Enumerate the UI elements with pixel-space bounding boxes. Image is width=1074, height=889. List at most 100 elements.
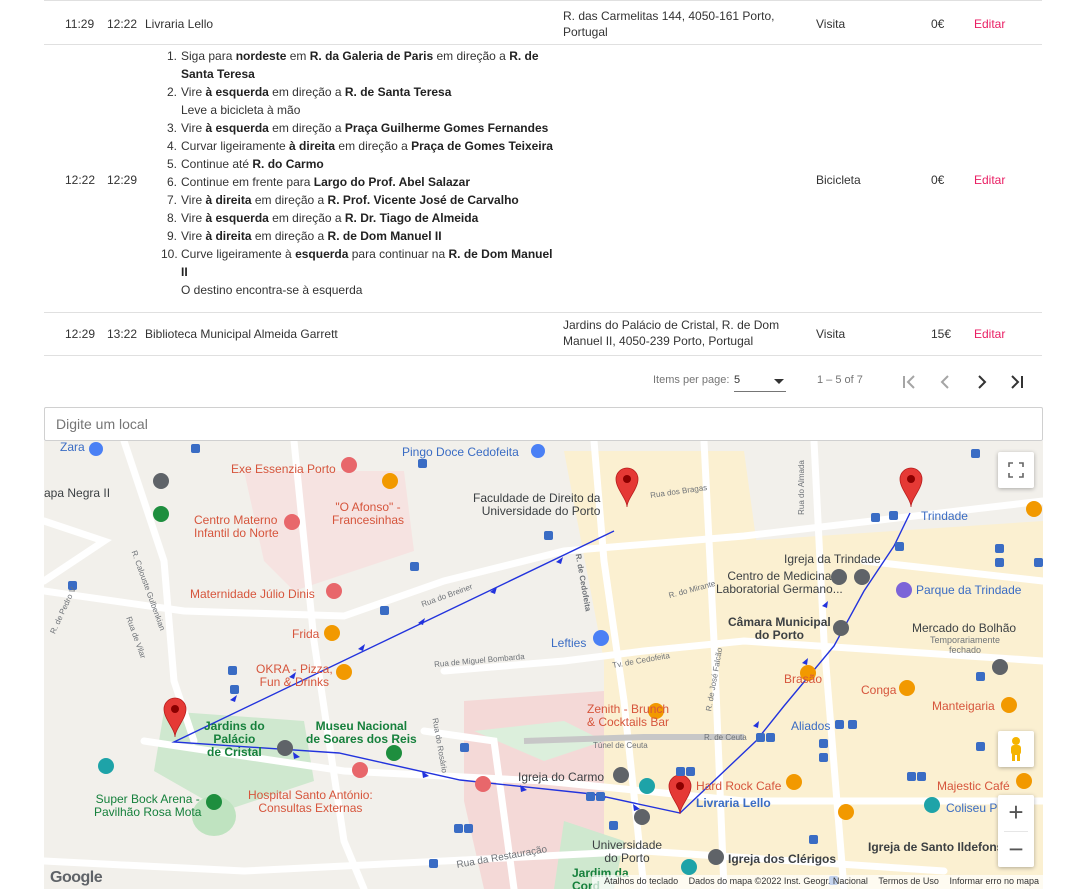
map-label: Igreja dos Clérigos bbox=[728, 852, 837, 866]
street-view-button[interactable] bbox=[998, 731, 1034, 767]
map-label: Hospital Santo António: Consultas Extern… bbox=[248, 788, 373, 815]
map-label: Lefties bbox=[551, 636, 587, 650]
fullscreen-button[interactable] bbox=[998, 452, 1034, 488]
map-label: apa Negra II bbox=[44, 486, 111, 500]
map-label: Universidade do Porto bbox=[592, 838, 663, 865]
step-text: Siga para nordeste em R. da Galeria de P… bbox=[181, 49, 539, 81]
last-page-icon[interactable] bbox=[1004, 369, 1030, 395]
place-search-input[interactable] bbox=[44, 407, 1043, 441]
price: 15€ bbox=[931, 327, 952, 341]
step-text: Vire à esquerda em direção a Praça Guilh… bbox=[181, 121, 549, 135]
chevron-right-icon[interactable] bbox=[969, 369, 995, 395]
direction-step: 9. Vire à direita em direção a R. de Dom … bbox=[161, 227, 561, 245]
step-text: Continue até R. do Carmo bbox=[181, 157, 324, 171]
terms-link[interactable]: Termos de Uso bbox=[878, 876, 939, 886]
map-label: OKRA - Pizza, Fun & Drinks bbox=[256, 662, 333, 689]
place-address: Jardins do Palácio de Cristal, R. de Dom… bbox=[563, 317, 798, 349]
step-number: 10. bbox=[161, 247, 178, 261]
table-row: 12:22 12:29 1. Siga para nordeste em R. d… bbox=[44, 45, 1042, 313]
street-label: R. de Ceuta bbox=[704, 733, 747, 742]
edit-link[interactable]: Editar bbox=[974, 16, 1005, 32]
step-text: Vire à direita em direção a R. Prof. Vic… bbox=[181, 193, 519, 207]
table-row: 11:29 12:22 Livraria Lello R. das Carmel… bbox=[44, 0, 1042, 45]
direction-step: 8. Vire à esquerda em direção a R. Dr. Ti… bbox=[161, 209, 561, 227]
end-time: 12:22 bbox=[107, 17, 138, 31]
start-time: 12:22 bbox=[65, 173, 96, 187]
price: 0€ bbox=[931, 17, 945, 31]
end-time: 12:29 bbox=[107, 173, 138, 187]
map-label: Câmara Municipal do Porto bbox=[728, 615, 831, 642]
map-label: Zara bbox=[60, 441, 85, 454]
address-line-1: R. das Carmelitas 144, 4050-161 Porto, bbox=[563, 9, 775, 23]
map-label: Maternidade Júlio Dinis bbox=[190, 587, 315, 601]
address-line-2: Portugal bbox=[563, 25, 608, 39]
street-label: Túnel de Ceuta bbox=[593, 741, 648, 750]
end-time: 13:22 bbox=[107, 327, 138, 341]
step-number: 4. bbox=[166, 139, 177, 153]
map-label: Temporariamente fechado bbox=[930, 635, 1001, 655]
map-data-attribution: Dados do mapa ©2022 Inst. Geogr. Naciona… bbox=[688, 876, 868, 886]
map-label: Hard Rock Cafe bbox=[696, 779, 782, 793]
step-number: 5. bbox=[166, 157, 177, 171]
map-label: Centro Materno Infantil do Norte bbox=[194, 513, 279, 540]
page-size-select[interactable]: 5 bbox=[734, 370, 786, 392]
map-label: "O Afonso" - Francesinhas bbox=[332, 500, 405, 527]
street-label: Rua do Almada bbox=[796, 460, 806, 515]
items-per-page-label: Items per page: bbox=[653, 374, 730, 386]
activity-type: Visita bbox=[816, 17, 846, 31]
activity-type: Visita bbox=[816, 327, 846, 341]
step-text: Vire à direita em direção a R. de Dom Ma… bbox=[181, 229, 442, 243]
map-label: Frida bbox=[292, 627, 320, 641]
direction-step: 6. Continue em frente para Largo do Prof.… bbox=[161, 173, 561, 191]
step-number: 3. bbox=[166, 121, 177, 135]
place-name: Livraria Lello bbox=[145, 17, 214, 31]
first-page-icon[interactable] bbox=[896, 369, 922, 395]
map-label: Brasão bbox=[784, 672, 823, 686]
pegman-icon bbox=[1011, 737, 1021, 761]
map[interactable]: Zara Pingo Doce Cedofeita Exe Essenzia P… bbox=[44, 441, 1043, 889]
step-number: 9. bbox=[166, 229, 177, 243]
paginator: Items per page: 5 1 – 5 of 7 bbox=[44, 360, 1042, 404]
direction-step: 7. Vire à direita em direção a R. Prof. V… bbox=[161, 191, 561, 209]
step-text: Continue em frente para Largo do Prof. A… bbox=[181, 175, 471, 189]
address-line-1: Jardins do Palácio de Cristal, R. de Dom bbox=[563, 318, 780, 332]
map-label: Museu Nacional de Soares dos Reis bbox=[306, 719, 417, 746]
chevron-left-icon[interactable] bbox=[932, 369, 958, 395]
google-logo: Google bbox=[50, 869, 103, 886]
map-label: Jardins do Palácio de Cristal bbox=[204, 719, 265, 759]
report-error-link[interactable]: Informar erro no mapa bbox=[949, 876, 1039, 886]
map-label: Super Bock Arena - Pavilhão Rosa Mota bbox=[94, 792, 202, 819]
zoom-out-button[interactable]: − bbox=[998, 832, 1034, 868]
map-label: Igreja do Carmo bbox=[518, 770, 605, 784]
edit-link[interactable]: Editar bbox=[974, 326, 1005, 342]
direction-step: 5. Continue até R. do Carmo bbox=[161, 155, 561, 173]
map-label: Centro de Medicina Laboratorial Germano.… bbox=[716, 569, 843, 596]
map-label: Conga bbox=[861, 683, 897, 697]
page-size-value: 5 bbox=[734, 374, 741, 386]
table-row: 12:29 13:22 Biblioteca Municipal Almeida… bbox=[44, 313, 1042, 356]
address-line-2: Manuel II, 4050-239 Porto, Portugal bbox=[563, 334, 754, 348]
place-name: Biblioteca Municipal Almeida Garrett bbox=[145, 327, 338, 341]
fullscreen-icon bbox=[1008, 462, 1024, 478]
price: 0€ bbox=[931, 173, 945, 187]
edit-link[interactable]: Editar bbox=[974, 172, 1005, 188]
step-text: Curvar ligeiramente à direita em direção… bbox=[181, 139, 553, 153]
map-label: Parque da Trindade bbox=[916, 583, 1022, 597]
direction-step: 3. Vire à esquerda em direção a Praça Gui… bbox=[161, 119, 561, 137]
map-label: Exe Essenzia Porto bbox=[231, 462, 336, 476]
step-number: 7. bbox=[166, 193, 177, 207]
keyboard-shortcuts-link[interactable]: Atalhos do teclado bbox=[604, 876, 678, 886]
map-footer: Atalhos do teclado Dados do mapa ©2022 I… bbox=[592, 875, 1043, 889]
direction-step: 2. Vire à esquerda em direção a R. de San… bbox=[161, 83, 561, 119]
map-label: Igreja de Santo Ildefons bbox=[868, 840, 1004, 854]
map-label: Trindade bbox=[921, 509, 968, 523]
step-text: Curve ligeiramente à esquerda para conti… bbox=[181, 245, 561, 299]
start-time: 12:29 bbox=[65, 327, 96, 341]
step-text: Vire à esquerda em direção a R. de Santa… bbox=[181, 83, 561, 119]
activity-type: Bicicleta bbox=[816, 173, 861, 187]
direction-step: 4. Curvar ligeiramente à direita em direç… bbox=[161, 137, 561, 155]
map-label: Zenith - Brunch & Cocktails Bar bbox=[587, 702, 670, 729]
zoom-in-button[interactable]: + bbox=[998, 795, 1034, 831]
directions-list: 1. Siga para nordeste em R. da Galeria de… bbox=[161, 47, 561, 299]
map-label: Mercado do Bolhão bbox=[912, 621, 1017, 635]
